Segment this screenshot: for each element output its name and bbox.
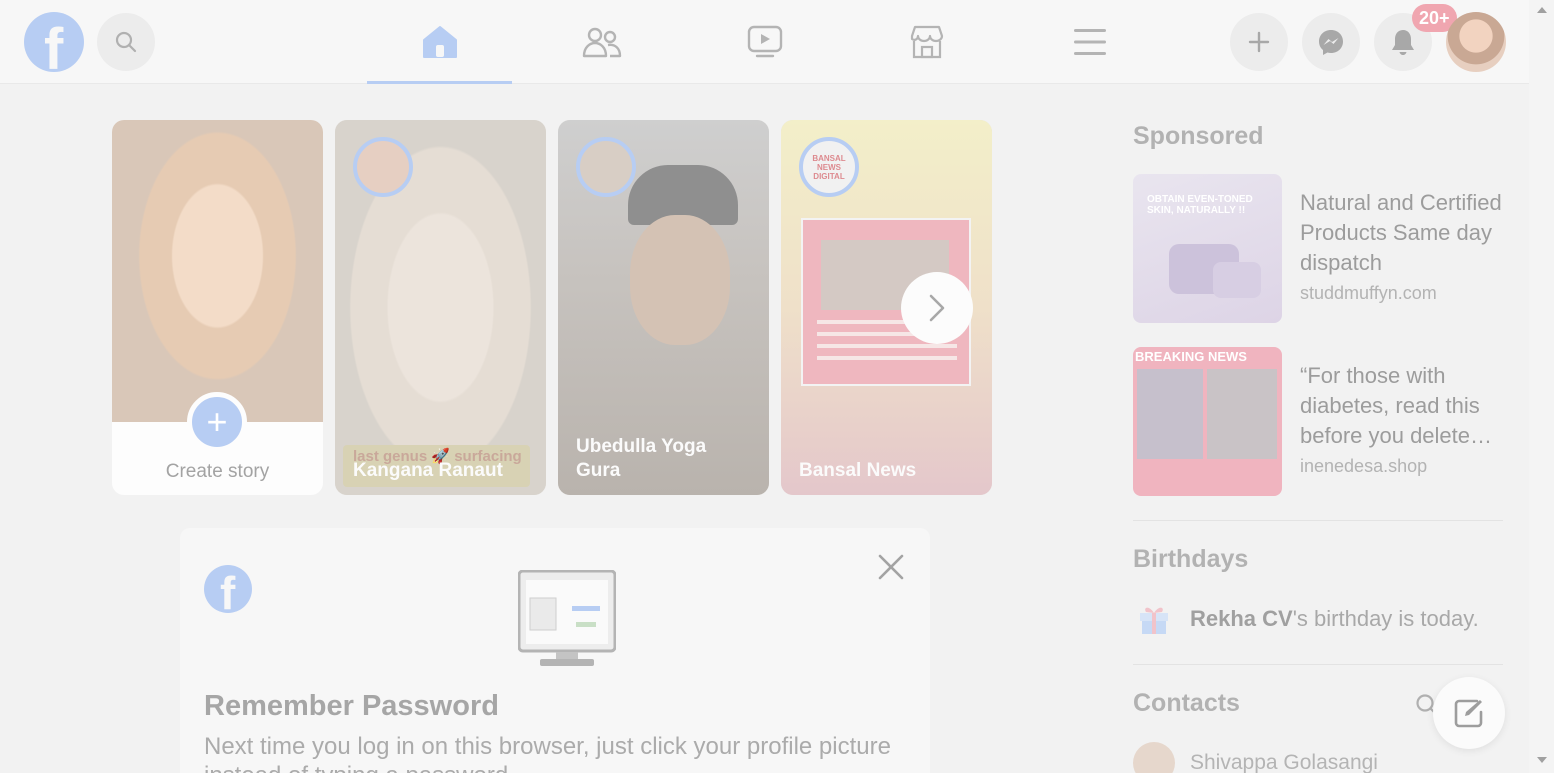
ad-title: Natural and Certified Products Same day … [1300,190,1502,275]
create-button[interactable] [1230,13,1288,71]
story-author-name: Kangana Ranaut [353,460,503,481]
top-navigation-bar: f 20+ [0,0,1529,84]
story-news-line [817,344,957,348]
close-icon [878,554,904,580]
tab-marketplace[interactable] [854,0,999,84]
scroll-down-arrow-icon[interactable] [1537,757,1547,763]
birthday-suffix: 's birthday is today. [1292,606,1479,631]
section-divider [1133,520,1503,521]
story-avatar [353,137,413,197]
chevron-right-icon [929,294,945,322]
messenger-button[interactable] [1302,13,1360,71]
marketplace-icon [910,25,943,59]
search-icon [115,31,137,53]
contact-name: Shivappa Golasangi [1190,751,1378,773]
gift-icon [1140,607,1168,634]
sponsored-ad[interactable]: BREAKING NEWS “For those with diabetes, … [1133,347,1505,497]
story-author-name: Ubedulla Yoga Gura [576,436,707,481]
story-image-face [630,215,730,345]
ad-title: “For those with diabetes, read this befo… [1300,363,1493,448]
stories-next-button[interactable] [901,272,973,344]
contact-item[interactable]: Shivappa Golasangi [1133,742,1433,773]
tab-friends[interactable] [529,0,674,84]
ad-domain: inenedesa.shop [1300,456,1428,476]
hamburger-menu-icon [1073,29,1106,55]
create-story-card[interactable]: + Create story [112,120,323,495]
new-message-button[interactable] [1433,677,1505,749]
story-author-name: Bansal News [799,460,917,481]
remember-password-text: Next time you log in on this browser, ju… [204,733,891,773]
ad-product-jar [1213,262,1261,298]
ad-thumbnail-text: BREAKING NEWS [1135,349,1247,364]
home-icon [422,26,457,58]
sponsored-ad[interactable]: OBTAIN EVEN-TONED SKIN, NATURALLY !! Nat… [1133,174,1505,324]
story-news-line [817,356,957,360]
tab-home[interactable] [367,0,512,84]
birthday-person-name[interactable]: Rekha CV [1190,606,1293,631]
create-story-plus-icon[interactable]: + [187,392,247,452]
compose-icon [1454,699,1483,728]
create-story-label: Create story [165,461,270,482]
friends-icon [582,27,621,58]
birthday-text: Rekha CV's birthday is today. [1190,606,1479,632]
create-story-photo [112,120,323,422]
close-button[interactable] [877,553,905,581]
contacts-heading: Contacts [1133,689,1240,717]
birthdays-heading: Birthdays [1133,545,1249,573]
facebook-logo-icon: f [204,565,252,613]
browser-login-illustration-icon [518,570,616,666]
remember-password-card: f Remember Password Next time you log in… [180,528,930,773]
story-card[interactable]: Ubedulla Yoga Gura [558,120,769,495]
bell-icon [1392,30,1414,55]
ad-thumbnail: OBTAIN EVEN-TONED SKIN, NATURALLY !! [1133,174,1282,323]
section-divider [1133,664,1503,665]
ad-domain: studdmuffyn.com [1300,283,1437,303]
ad-thumbnail-text: OBTAIN EVEN-TONED SKIN, NATURALLY !! [1147,194,1253,216]
search-button[interactable] [97,13,155,71]
messenger-icon [1319,30,1343,55]
plus-icon [1248,31,1270,53]
logo-letter: f [220,567,236,613]
remember-password-title: Remember Password [204,690,499,722]
ad-photo-left [1137,369,1203,459]
scroll-up-arrow-icon[interactable] [1537,7,1547,13]
ad-thumbnail: BREAKING NEWS [1133,347,1282,496]
tab-menu[interactable] [1017,0,1162,84]
bansal-news-logo-text: BANSAL NEWS DIGITAL [812,153,846,181]
avatar [1133,742,1175,773]
logo-letter: f [44,17,64,82]
profile-avatar[interactable] [1446,12,1506,72]
video-icon [747,25,782,58]
bansal-news-logo: BANSAL NEWS DIGITAL [799,137,859,197]
ad-photo-right [1207,369,1277,459]
story-avatar [576,137,636,197]
story-card[interactable]: last genus 🚀 surfacing Kangana Ranaut [335,120,546,495]
sponsored-heading: Sponsored [1133,122,1264,150]
birthday-item[interactable]: Rekha CV's birthday is today. [1133,599,1505,639]
page-scrollbar[interactable] [1529,0,1554,773]
tab-video[interactable] [692,0,837,84]
facebook-logo-icon[interactable]: f [24,12,84,82]
